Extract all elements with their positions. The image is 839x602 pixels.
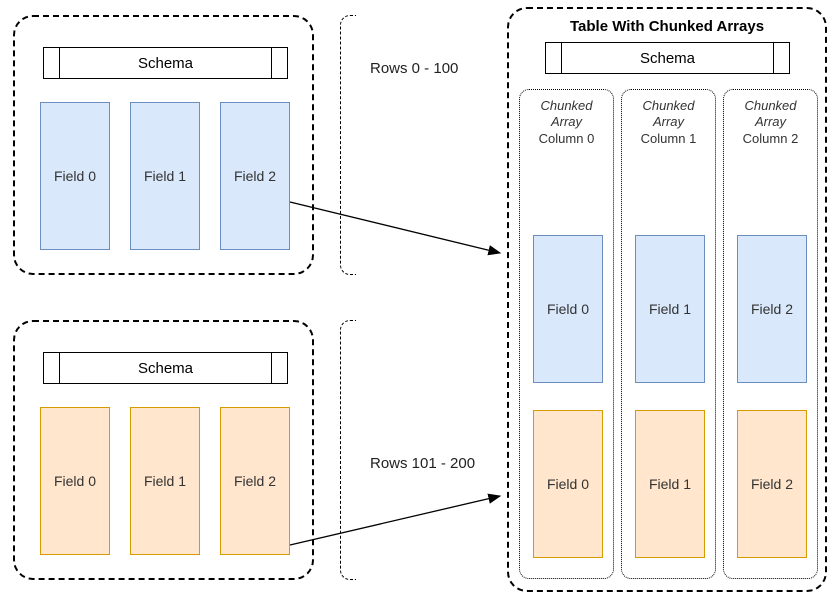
chunk-label: Field 1 xyxy=(649,476,691,492)
table-title: Table With Chunked Arrays xyxy=(509,18,825,35)
schema-label: Schema xyxy=(138,55,193,72)
chunk-label: Field 0 xyxy=(547,476,589,492)
field-label: Field 1 xyxy=(144,168,186,184)
field-box: Field 0 xyxy=(40,407,110,555)
chunk-top: Field 2 xyxy=(737,235,807,383)
field-label: Field 2 xyxy=(234,473,276,489)
chunked-column: Chunked Array Column 1 Field 1 Field 1 xyxy=(621,89,716,579)
record-batch-top: Schema Field 0 Field 1 Field 2 xyxy=(13,15,314,275)
col-line2: Array xyxy=(551,114,582,129)
schema-bar-top: Schema xyxy=(43,47,288,79)
schema-label: Schema xyxy=(138,360,193,377)
col-line3: Column 2 xyxy=(743,131,799,146)
field-label: Field 0 xyxy=(54,168,96,184)
chunk-top: Field 1 xyxy=(635,235,705,383)
chunk-label: Field 2 xyxy=(751,301,793,317)
col-line1: Chunked xyxy=(744,98,796,113)
row-label-bottom: Rows 101 - 200 xyxy=(370,455,475,472)
field-box: Field 2 xyxy=(220,407,290,555)
field-box: Field 2 xyxy=(220,102,290,250)
schema-bar-bottom: Schema xyxy=(43,352,288,384)
field-box: Field 1 xyxy=(130,102,200,250)
col-line1: Chunked xyxy=(540,98,592,113)
field-box: Field 0 xyxy=(40,102,110,250)
col-line2: Array xyxy=(653,114,684,129)
chunked-column: Chunked Array Column 2 Field 2 Field 2 xyxy=(723,89,818,579)
chunk-bottom: Field 2 xyxy=(737,410,807,558)
chunk-label: Field 2 xyxy=(751,476,793,492)
chunked-column: Chunked Array Column 0 Field 0 Field 0 xyxy=(519,89,614,579)
field-label: Field 1 xyxy=(144,473,186,489)
chunk-bottom: Field 1 xyxy=(635,410,705,558)
chunk-top: Field 0 xyxy=(533,235,603,383)
row-label-top: Rows 0 - 100 xyxy=(370,60,458,77)
field-label: Field 2 xyxy=(234,168,276,184)
column-header: Chunked Array Column 2 xyxy=(724,98,817,147)
schema-label: Schema xyxy=(640,50,695,67)
field-label: Field 0 xyxy=(54,473,96,489)
arrow-bottom xyxy=(290,496,500,545)
field-box: Field 1 xyxy=(130,407,200,555)
arrow-top xyxy=(290,202,500,253)
chunk-bottom: Field 0 xyxy=(533,410,603,558)
chunk-label: Field 1 xyxy=(649,301,691,317)
chunked-table: Table With Chunked Arrays Schema Chunked… xyxy=(507,7,827,592)
col-line1: Chunked xyxy=(642,98,694,113)
schema-bar-table: Schema xyxy=(545,42,790,74)
record-batch-bottom: Schema Field 0 Field 1 Field 2 xyxy=(13,320,314,580)
row-bracket-bottom xyxy=(340,320,356,580)
chunk-label: Field 0 xyxy=(547,301,589,317)
column-header: Chunked Array Column 0 xyxy=(520,98,613,147)
column-header: Chunked Array Column 1 xyxy=(622,98,715,147)
col-line3: Column 1 xyxy=(641,131,697,146)
row-bracket-top xyxy=(340,15,356,275)
col-line2: Array xyxy=(755,114,786,129)
col-line3: Column 0 xyxy=(539,131,595,146)
